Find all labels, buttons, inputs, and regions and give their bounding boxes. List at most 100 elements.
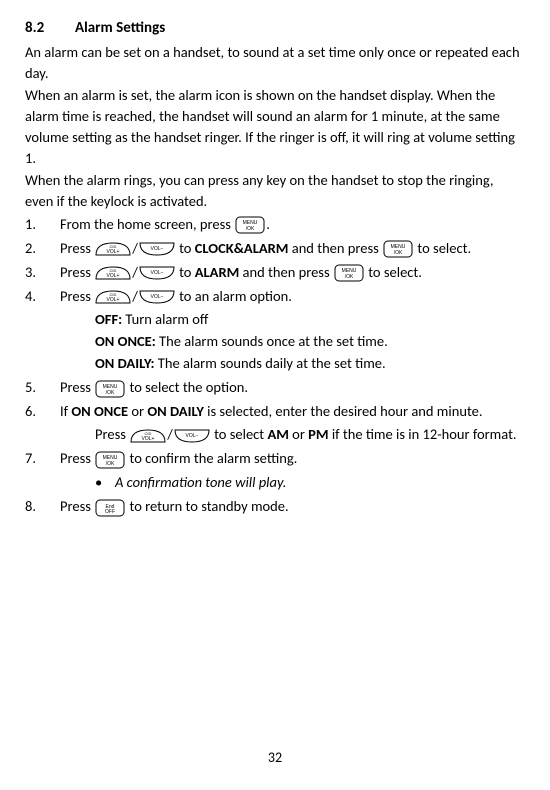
vol-down-key-icon: VOL− [139,289,175,305]
step-text: if the time is in 12-hour format. [329,425,517,443]
alarm-options: OFF: Turn alarm off ON ONCE: The alarm s… [60,309,525,374]
intro-paragraph-1: An alarm can be set on a handset, to sou… [25,42,525,84]
intro-paragraph-3: When the alarm rings, you can press any … [25,170,525,212]
step-2: 2.Press CIDVOL+/ VOL− to CLOCK&ALARM and … [25,238,525,259]
step-text: to an alarm option. [176,287,292,305]
menu-ok-key-icon: MENU/OK [383,240,413,258]
step-text: to select the option. [126,378,248,396]
step-bold: CLOCK&ALARM [195,239,289,257]
svg-text:/OK: /OK [106,390,115,396]
vol-up-key-icon: CIDVOL+ [95,289,131,305]
step-3: 3.Press CIDVOL+/ VOL− to ALARM and then p… [25,262,525,283]
end-off-key-icon: EndOFF [95,499,125,517]
step-text: to return to standby mode. [126,497,288,515]
step-number: 3. [25,262,60,283]
step-text: . [266,215,270,233]
step-text: Press [60,287,94,305]
step-text: to select [211,425,268,443]
svg-text:VOL+: VOL+ [142,436,155,442]
step-number: 8. [25,496,60,517]
step-4: 4.Press CIDVOL+/ VOL− to an alarm option.… [25,286,525,374]
step-number: 4. [25,286,60,307]
option-label: ON DAILY: [95,354,154,372]
step-text: to confirm the alarm setting. [126,449,297,467]
svg-text:VOL−: VOL− [150,270,163,276]
option-on-daily: ON DAILY: The alarm sounds daily at the … [95,353,525,374]
step-bold: ON DAILY [147,402,203,420]
section-number: 8.2 [25,18,75,40]
step-5: 5.Press MENU/OK to select the option. [25,377,525,398]
menu-ok-key-icon: MENU/OK [334,264,364,282]
svg-text:VOL+: VOL+ [107,297,120,303]
step-text: is selected, enter the desired hour and … [204,402,483,420]
menu-ok-key-icon: MENU/OK [95,380,125,398]
step-text: and then press [288,239,382,257]
step-bold: PM [308,425,328,443]
vol-down-key-icon: VOL− [139,265,175,281]
step-text: to select. [365,263,422,281]
step-text: / [167,425,173,443]
step-8: 8.Press EndOFF to return to standby mode… [25,496,525,517]
step-bold: ALARM [195,263,240,281]
svg-text:OFF: OFF [105,509,115,515]
vol-down-key-icon: VOL− [174,428,210,444]
svg-text:VOL−: VOL− [150,294,163,300]
step-text: Press [60,378,94,396]
steps-list: 1.From the home screen, press MENU/OK. 2… [25,214,525,517]
step-6: 6.If ON ONCE or ON DAILY is selected, en… [25,401,525,445]
vol-up-key-icon: CIDVOL+ [95,265,131,281]
svg-text:/OK: /OK [394,250,403,256]
option-label: ON ONCE: [95,332,156,350]
vol-up-key-icon: CIDVOL+ [130,428,166,444]
option-label: OFF: [95,310,122,328]
step-text: / [132,287,138,305]
svg-text:/OK: /OK [345,274,354,280]
svg-text:VOL−: VOL− [185,433,198,439]
step-number: 5. [25,377,60,398]
menu-ok-key-icon: MENU/OK [235,216,265,234]
step-text: or [128,402,147,420]
step-number: 7. [25,448,60,469]
note-text: A confirmation tone will play. [115,473,286,491]
vol-down-key-icon: VOL− [139,241,175,257]
section-heading: 8.2Alarm Settings [25,18,525,40]
step-text: or [289,425,308,443]
step-bold: ON ONCE [71,402,128,420]
option-text: Turn alarm off [122,310,208,328]
step-text: / [132,263,138,281]
intro-paragraph-2: When an alarm is set, the alarm icon is … [25,85,525,169]
step-text: / [132,239,138,257]
confirmation-note: •A confirmation tone will play. [60,472,525,493]
step-text: Press [60,263,94,281]
option-text: The alarm sounds once at the set time. [156,332,388,350]
vol-up-key-icon: CIDVOL+ [95,241,131,257]
svg-text:VOL+: VOL+ [107,249,120,255]
option-text: The alarm sounds daily at the set time. [154,354,385,372]
step-text: From the home screen, press [60,215,234,233]
step-number: 1. [25,214,60,235]
step-7: 7.Press MENU/OK to confirm the alarm set… [25,448,525,493]
step-text: to select. [414,239,471,257]
step-text: Press [60,239,94,257]
svg-text:VOL+: VOL+ [107,273,120,279]
step-text: Press [60,497,94,515]
step-text: If [60,402,71,420]
menu-ok-key-icon: MENU/OK [95,451,125,469]
step-text: Press [60,449,94,467]
step-1: 1.From the home screen, press MENU/OK. [25,214,525,235]
bullet-icon: • [95,472,115,493]
section-title: Alarm Settings [75,19,165,37]
step-text: to [176,263,195,281]
step-6-line2: Press CIDVOL+/ VOL− to select AM or PM if… [60,424,525,445]
step-number: 6. [25,401,60,422]
step-text: and then press [239,263,333,281]
step-number: 2. [25,238,60,259]
step-bold: AM [267,425,288,443]
svg-text:VOL−: VOL− [150,246,163,252]
step-text: to [176,239,195,257]
option-off: OFF: Turn alarm off [95,309,525,330]
step-text: Press [95,425,129,443]
svg-text:/OK: /OK [106,461,115,467]
option-on-once: ON ONCE: The alarm sounds once at the se… [95,331,525,352]
svg-text:/OK: /OK [246,226,255,232]
